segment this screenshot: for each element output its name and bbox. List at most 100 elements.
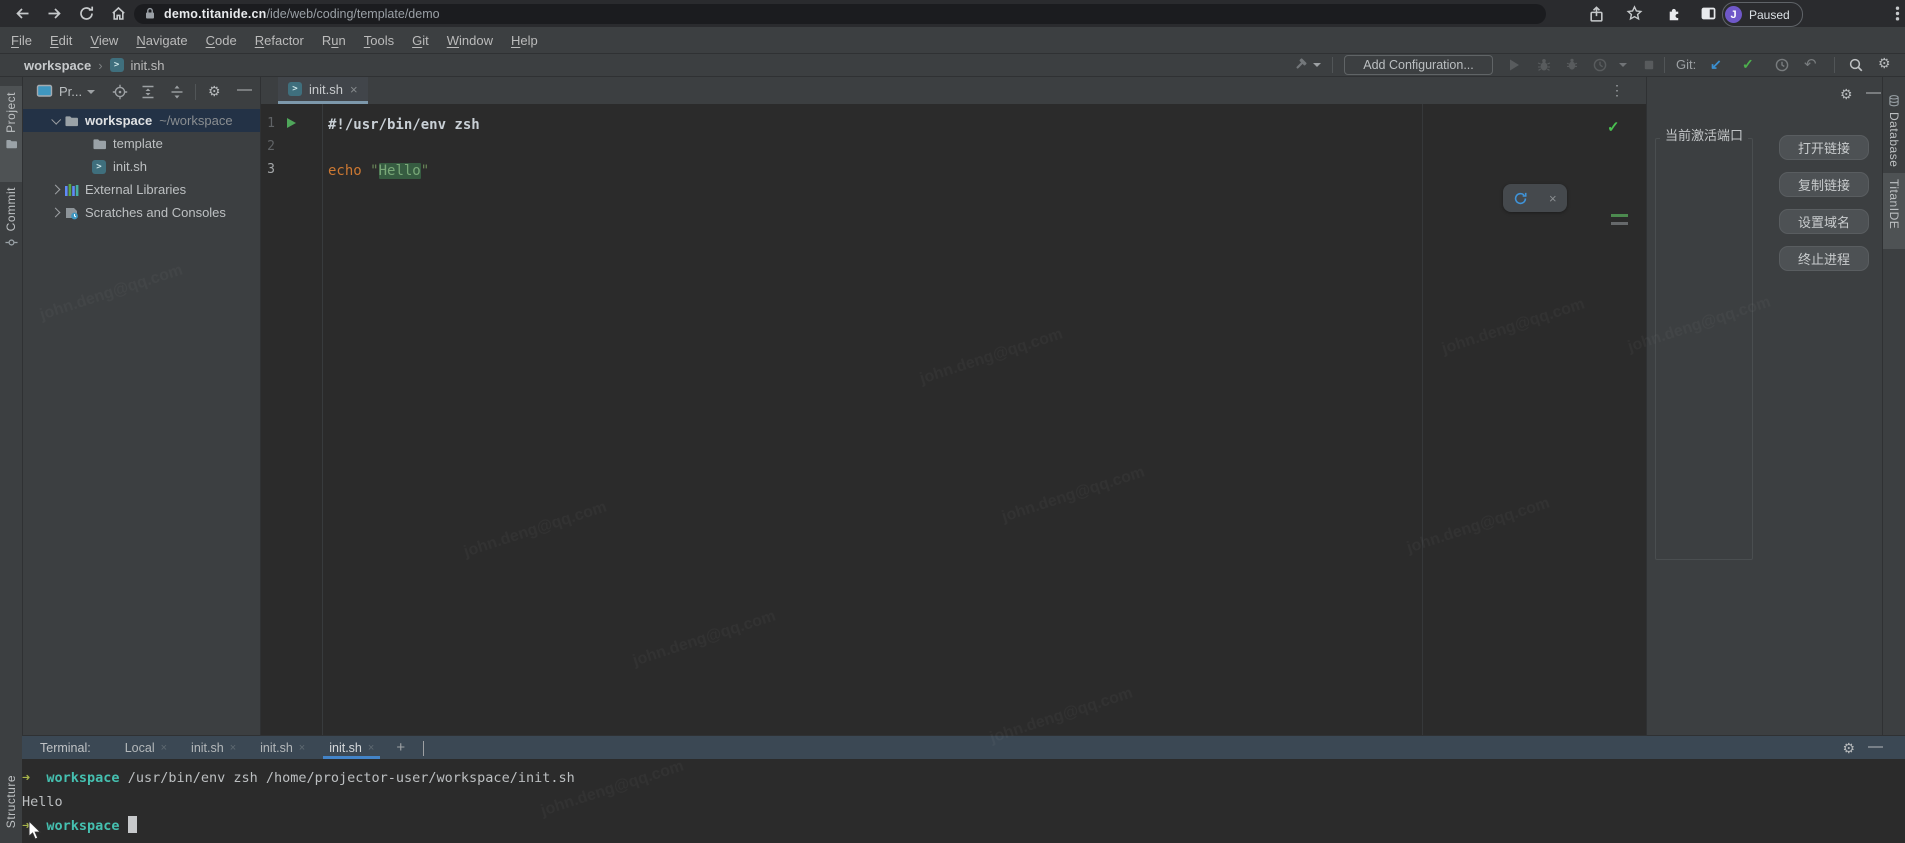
browser-toolbar: demo.titanide.cn/ide/web/coding/template… — [0, 0, 1905, 27]
reload-icon[interactable] — [78, 5, 95, 22]
settings-gear-icon[interactable]: ⚙ — [1878, 55, 1891, 72]
menu-code[interactable]: Code — [197, 33, 246, 48]
inspections-ok-icon[interactable]: ✓ — [1607, 118, 1620, 136]
menu-help[interactable]: Help — [502, 33, 547, 48]
breadcrumb-file[interactable]: init.sh — [131, 58, 165, 73]
folder-icon — [92, 137, 107, 150]
extensions-icon[interactable] — [1666, 5, 1683, 22]
project-view-caret-icon[interactable] — [87, 90, 95, 94]
project-view-icon[interactable] — [36, 84, 53, 99]
search-everywhere-icon[interactable] — [1848, 57, 1864, 73]
chevron-down-icon[interactable] — [47, 117, 64, 124]
terminal-settings-gear-icon[interactable]: ⚙ — [1842, 740, 1855, 757]
chevron-right-icon[interactable] — [47, 186, 64, 193]
terminal-title: Terminal: — [40, 741, 91, 755]
terminal-tab-2-init-sh[interactable]: init.sh× — [248, 736, 317, 759]
toolbar-separator — [1834, 57, 1835, 73]
kill-process-button[interactable]: 终止进程 — [1779, 246, 1869, 271]
tree-item-workspace[interactable]: workspace~/workspace — [23, 109, 260, 132]
add-configuration-button[interactable]: Add Configuration... — [1344, 55, 1493, 75]
menu-edit[interactable]: Edit — [41, 33, 81, 48]
open-link-button[interactable]: 打开链接 — [1779, 135, 1869, 160]
profile-badge[interactable]: J Paused — [1722, 2, 1803, 27]
tree-item-init-sh[interactable]: >init.sh — [23, 155, 260, 178]
run-gutter-icon[interactable] — [287, 118, 296, 128]
error-stripe-match-marker[interactable] — [1611, 214, 1628, 217]
libraries-icon — [64, 183, 79, 197]
git-update-icon[interactable]: ↙ — [1710, 56, 1722, 73]
set-domain-button[interactable]: 设置域名 — [1779, 209, 1869, 234]
tab-close-icon[interactable]: × — [161, 742, 167, 754]
forward-icon[interactable] — [46, 5, 63, 22]
home-icon[interactable] — [110, 5, 127, 22]
build-icon[interactable] — [1292, 57, 1308, 73]
folder-icon — [5, 138, 18, 149]
panel-options-gear-icon[interactable]: ⚙ — [1840, 86, 1853, 103]
bookmark-star-icon[interactable] — [1626, 5, 1643, 22]
tree-item-template[interactable]: template — [23, 132, 260, 155]
menu-git[interactable]: Git — [403, 33, 438, 48]
tab-options-icon[interactable]: ⋮ — [1610, 82, 1624, 99]
tool-window-tab-structure[interactable]: Structure — [0, 769, 22, 843]
share-icon[interactable] — [1588, 6, 1605, 23]
editor-tab-init-sh[interactable]: > init.sh × — [278, 77, 368, 104]
error-stripe-caret-marker[interactable] — [1611, 222, 1628, 225]
terminal-line-0: ➜ workspace /usr/bin/env zsh /home/proje… — [22, 766, 1905, 790]
menu-tools[interactable]: Tools — [355, 33, 403, 48]
menu-file[interactable]: File — [2, 33, 41, 48]
tab-close-icon[interactable]: × — [299, 742, 305, 754]
gutter-separator — [322, 104, 323, 735]
menu-window[interactable]: Window — [438, 33, 502, 48]
stop-icon[interactable] — [1641, 57, 1657, 73]
terminal-tabs: Local×init.sh×init.sh×init.sh× — [113, 736, 387, 759]
rollback-icon[interactable]: ↶ — [1804, 55, 1817, 73]
copy-link-button[interactable]: 复制链接 — [1779, 172, 1869, 197]
back-icon[interactable] — [14, 5, 31, 22]
code-area[interactable]: 1#!/usr/bin/env zsh23echo "Hello" ✓ × — [261, 104, 1646, 735]
terminal-tab-1-init-sh[interactable]: init.sh× — [179, 736, 248, 759]
menu-navigate[interactable]: Navigate — [127, 33, 196, 48]
close-icon[interactable]: × — [1549, 191, 1557, 206]
new-terminal-plus-icon[interactable]: + — [396, 739, 405, 756]
chevron-right-icon[interactable] — [47, 209, 64, 216]
tool-window-tab-project[interactable]: Project — [0, 86, 22, 182]
project-view-selector[interactable]: Pr... — [59, 84, 82, 99]
menu-refactor[interactable]: Refactor — [246, 33, 313, 48]
tool-window-tab-database[interactable]: Database — [1883, 89, 1905, 173]
tree-item-external-libraries[interactable]: External Libraries — [23, 178, 260, 201]
hide-panel-icon[interactable]: — — [237, 81, 252, 98]
collapse-all-icon[interactable] — [169, 84, 185, 100]
terminal-dropdown-chevron-icon[interactable] — [423, 741, 424, 755]
browser-menu-dots-icon[interactable] — [1889, 5, 1905, 22]
run-dropdown-caret-icon[interactable] — [1619, 63, 1627, 67]
terminal-tab-3-init-sh[interactable]: init.sh× — [317, 736, 386, 759]
terminal-tab-0-local[interactable]: Local× — [113, 736, 179, 759]
tab-close-icon[interactable]: × — [350, 82, 358, 97]
hide-panel-icon[interactable]: — — [1866, 84, 1881, 101]
menu-view[interactable]: View — [81, 33, 127, 48]
profiler-icon[interactable] — [1592, 57, 1608, 73]
tab-close-icon[interactable]: × — [230, 742, 236, 754]
breadcrumb-root[interactable]: workspace — [24, 58, 91, 73]
tool-window-tab-titanide[interactable]: TitanIDE — [1883, 173, 1905, 249]
coverage-icon[interactable] — [1564, 57, 1580, 73]
locate-file-icon[interactable] — [112, 84, 128, 100]
build-dropdown-caret-icon[interactable] — [1313, 63, 1321, 67]
tool-window-tab-commit[interactable]: Commit — [0, 181, 22, 261]
address-bar[interactable]: demo.titanide.cn/ide/web/coding/template… — [134, 4, 1546, 24]
panel-options-gear-icon[interactable]: ⚙ — [208, 83, 221, 100]
tree-item-scratches-and-consoles[interactable]: Scratches and Consoles — [23, 201, 260, 224]
rerun-icon[interactable] — [1513, 191, 1528, 206]
debug-icon[interactable] — [1536, 57, 1552, 73]
tab-close-icon[interactable]: × — [368, 742, 374, 754]
expand-all-icon[interactable] — [140, 84, 156, 100]
terminal-output[interactable]: ➜ workspace /usr/bin/env zsh /home/proje… — [22, 759, 1905, 838]
git-commit-check-icon[interactable]: ✓ — [1742, 56, 1754, 73]
menu-run[interactable]: Run — [313, 33, 355, 48]
shell-script-icon: > — [92, 160, 106, 174]
hide-terminal-icon[interactable]: — — [1868, 738, 1883, 755]
project-tab-label: Project — [4, 92, 18, 133]
run-icon[interactable] — [1506, 57, 1522, 73]
side-panel-icon[interactable] — [1700, 5, 1717, 22]
history-clock-icon[interactable] — [1774, 57, 1790, 73]
